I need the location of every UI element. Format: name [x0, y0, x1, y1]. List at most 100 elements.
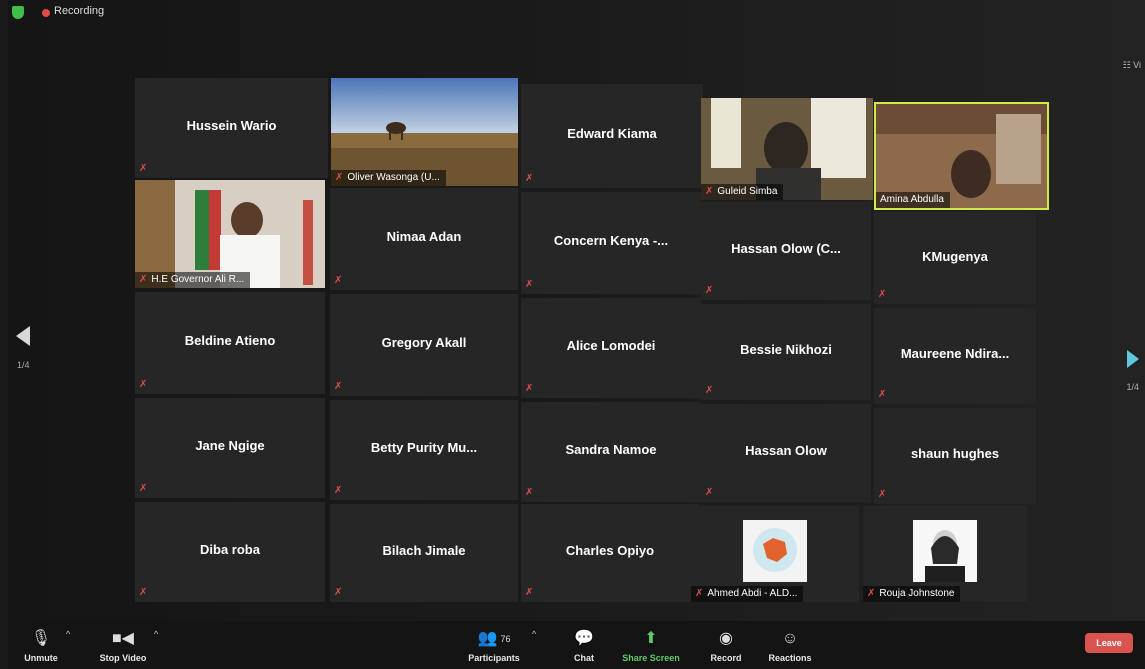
- page-indicator-right: 1/4: [1126, 382, 1139, 392]
- zoom-meeting-window: Recording ☷ Vi 1/4 1/4 Hussein Wario ✗ ✗…: [8, 0, 1145, 669]
- participant-tile[interactable]: Betty Purity Mu... ✗: [330, 400, 518, 500]
- participant-name: Betty Purity Mu...: [370, 440, 478, 455]
- leave-button[interactable]: Leave: [1085, 633, 1133, 653]
- participant-name: Hassan Olow: [745, 443, 827, 459]
- participants-button[interactable]: 👥 76 Participants: [463, 629, 525, 663]
- participant-name: Sandra Namoe: [565, 442, 657, 457]
- participant-name: Hassan Olow (C...: [731, 241, 841, 257]
- participants-options-chevron-icon[interactable]: ^: [532, 629, 536, 639]
- reaction-smiley-icon: ☺: [781, 630, 799, 647]
- participant-count: 76: [500, 634, 511, 644]
- participant-name: H.E Governor Ali R...: [151, 274, 245, 285]
- audio-options-chevron-icon[interactable]: ^: [66, 629, 70, 639]
- previous-page-arrow-icon[interactable]: [16, 326, 30, 346]
- participant-tile[interactable]: Maureene Ndira... ✗: [874, 308, 1036, 404]
- muted-mic-icon: ✗: [334, 275, 343, 286]
- record-icon: ◉: [719, 630, 733, 647]
- participant-tile[interactable]: ✗ Rouja Johnstone: [863, 506, 1027, 602]
- record-button[interactable]: ◉ Record: [704, 629, 748, 663]
- participant-tile[interactable]: Gregory Akall ✗: [330, 294, 518, 396]
- participant-photo-avatar: [913, 520, 977, 582]
- muted-mic-icon: ✗: [878, 389, 887, 400]
- participant-tile[interactable]: Bessie Nikhozi ✗: [701, 304, 871, 400]
- participant-tile[interactable]: Alice Lomodei ✗: [521, 298, 701, 398]
- participant-name: Charles Opiyo: [565, 543, 655, 559]
- muted-mic-icon: ✗: [334, 485, 343, 496]
- muted-mic-icon: ✗: [139, 483, 148, 494]
- participant-tile[interactable]: Edward Kiama ✗: [521, 84, 703, 188]
- participant-name: Alice Lomodei: [566, 338, 656, 353]
- stop-video-button[interactable]: ■◀ Stop Video: [94, 629, 152, 663]
- participant-tile[interactable]: Bilach Jimale ✗: [330, 504, 518, 602]
- muted-mic-icon: ✗: [525, 173, 534, 184]
- muted-mic-icon: ✗: [139, 587, 148, 598]
- participant-tile[interactable]: Hassan Olow (C... ✗: [701, 202, 871, 300]
- page-indicator-left: 1/4: [17, 360, 30, 370]
- muted-mic-icon: ✗: [139, 163, 148, 174]
- muted-mic-icon: ✗: [525, 587, 534, 598]
- recording-dot-icon: [42, 9, 50, 17]
- participant-tile[interactable]: KMugenya ✗: [874, 212, 1036, 304]
- unmute-button[interactable]: 🎙 Unmute: [18, 629, 64, 663]
- participant-tile[interactable]: ✗ Ahmed Abdi - ALD...: [691, 506, 859, 602]
- participant-tile[interactable]: Hassan Olow ✗: [701, 404, 871, 502]
- recording-status[interactable]: Recording: [54, 5, 104, 17]
- participant-name: Diba roba: [200, 542, 260, 557]
- participant-name: Hussein Wario: [186, 118, 277, 133]
- muted-mic-icon: ✗: [334, 587, 343, 598]
- muted-microphone-icon: 🎙: [30, 630, 52, 647]
- share-screen-icon: ⬆: [644, 630, 658, 647]
- organization-logo-avatar: [743, 520, 807, 582]
- participant-name: Beldine Atieno: [184, 332, 276, 348]
- muted-mic-icon: ✗: [139, 379, 148, 390]
- participant-name: Maureene Ndira...: [900, 346, 1010, 362]
- muted-mic-icon: ✗: [525, 383, 534, 394]
- participant-video-tile[interactable]: ✗ Oliver Wasonga (U...: [331, 78, 518, 186]
- participants-icon: 👥 76: [477, 630, 511, 647]
- participant-name: Gregory Akall: [381, 334, 467, 350]
- participant-tile[interactable]: shaun hughes ✗: [874, 408, 1036, 504]
- video-options-chevron-icon[interactable]: ^: [154, 629, 158, 639]
- participant-name: Rouja Johnstone: [879, 588, 955, 599]
- participant-tile[interactable]: Sandra Namoe ✗: [521, 402, 701, 502]
- participant-name: Jane Ngige: [195, 438, 265, 453]
- muted-mic-icon: ✗: [334, 381, 343, 392]
- muted-mic-icon: ✗: [705, 487, 714, 498]
- muted-mic-icon: ✗: [525, 487, 534, 498]
- muted-mic-icon: ✗: [878, 489, 887, 500]
- participant-name: Bilach Jimale: [382, 543, 466, 559]
- participant-tile[interactable]: Charles Opiyo ✗: [521, 504, 699, 602]
- chat-bubble-icon: 💬: [574, 630, 594, 647]
- participant-tile[interactable]: Nimaa Adan ✗: [330, 188, 518, 290]
- participant-tile[interactable]: Jane Ngige ✗: [135, 398, 325, 498]
- chat-button[interactable]: 💬 Chat: [564, 629, 604, 663]
- participant-tile[interactable]: Beldine Atieno ✗: [135, 292, 325, 394]
- participant-name: KMugenya: [922, 248, 988, 264]
- participant-name: Guleid Simba: [717, 186, 778, 197]
- reactions-button[interactable]: ☺ Reactions: [764, 629, 816, 663]
- participant-name: shaun hughes: [910, 446, 1000, 462]
- participant-name: Oliver Wasonga (U...: [347, 172, 440, 183]
- share-screen-button[interactable]: ⬆ Share Screen: [620, 629, 682, 663]
- view-toggle[interactable]: ☷ Vi: [1123, 60, 1141, 71]
- video-camera-icon: ■◀: [112, 630, 134, 647]
- participant-name: Bessie Nikhozi: [740, 342, 832, 358]
- participant-video-tile[interactable]: ✗ Guleid Simba: [701, 98, 873, 200]
- participant-tile[interactable]: Hussein Wario ✗: [135, 78, 328, 178]
- participant-name: Ahmed Abdi - ALD...: [707, 588, 798, 599]
- security-shield-icon[interactable]: [12, 6, 24, 19]
- next-page-arrow-icon[interactable]: [1127, 350, 1139, 368]
- participant-name: Concern Kenya -...: [553, 232, 669, 248]
- participant-video-tile[interactable]: ✗ H.E Governor Ali R...: [135, 180, 325, 288]
- active-speaker-video-tile[interactable]: Amina Abdulla: [874, 102, 1049, 210]
- participant-name: Nimaa Adan: [386, 228, 462, 244]
- participant-tile[interactable]: Concern Kenya -... ✗: [521, 192, 701, 294]
- muted-mic-icon: ✗: [705, 385, 714, 396]
- meeting-top-bar: Recording: [8, 0, 1145, 26]
- muted-mic-icon: ✗: [525, 279, 534, 290]
- meeting-toolbar: 🎙 Unmute ^ ■◀ Stop Video ^ 👥 76 Participa…: [8, 621, 1145, 669]
- participant-name: Amina Abdulla: [880, 194, 944, 205]
- muted-mic-icon: ✗: [878, 289, 887, 300]
- muted-mic-icon: ✗: [705, 285, 714, 296]
- participant-tile[interactable]: Diba roba ✗: [135, 502, 325, 602]
